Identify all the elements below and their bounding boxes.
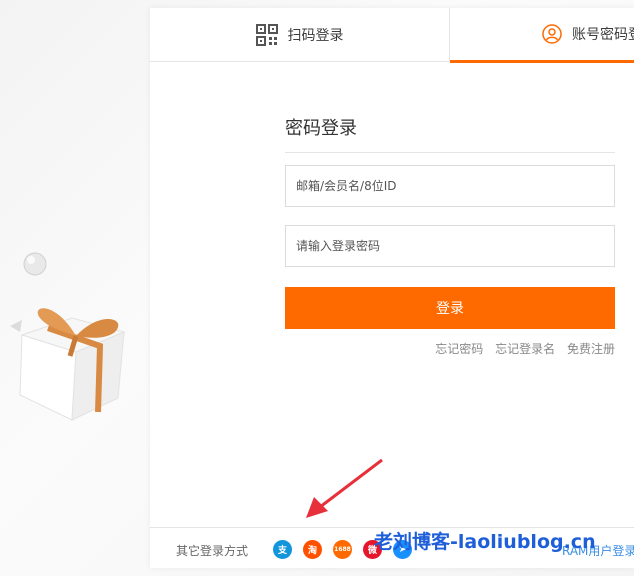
tab-account-label: 账号密码登录 [572, 27, 634, 43]
alipay-icon[interactable]: 支 [273, 540, 292, 559]
watermark-text: 老刘博客-laoliublog.cn [374, 531, 596, 553]
login-button[interactable]: 登录 [285, 287, 615, 329]
username-input[interactable] [285, 165, 615, 207]
login-tabs: 扫码登录 账号密码登录 [150, 8, 634, 63]
login-card: 扫码登录 账号密码登录 密码登录 登录 忘记密码 忘记登录名 免费注册 其它登录… [150, 8, 634, 568]
forgot-username-link[interactable]: 忘记登录名 [495, 342, 555, 356]
register-link[interactable]: 免费注册 [567, 342, 615, 356]
form-title: 密码登录 [285, 114, 615, 153]
qr-code-icon [255, 24, 278, 46]
red-arrow-annotation [306, 458, 383, 518]
1688-icon[interactable]: 1688 [333, 540, 352, 559]
user-icon [542, 24, 562, 44]
help-links: 忘记密码 忘记登录名 免费注册 [285, 340, 615, 357]
tab-account-login[interactable]: 账号密码登录 [450, 8, 634, 63]
gift-box-decoration [10, 252, 126, 421]
tab-qr-label: 扫码登录 [287, 28, 344, 44]
other-login-label: 其它登录方式 [176, 544, 249, 558]
forgot-password-link[interactable]: 忘记密码 [435, 342, 483, 356]
tab-qr-login[interactable]: 扫码登录 [150, 8, 450, 62]
password-input[interactable] [285, 225, 615, 267]
taobao-icon[interactable]: 淘 [303, 540, 322, 559]
